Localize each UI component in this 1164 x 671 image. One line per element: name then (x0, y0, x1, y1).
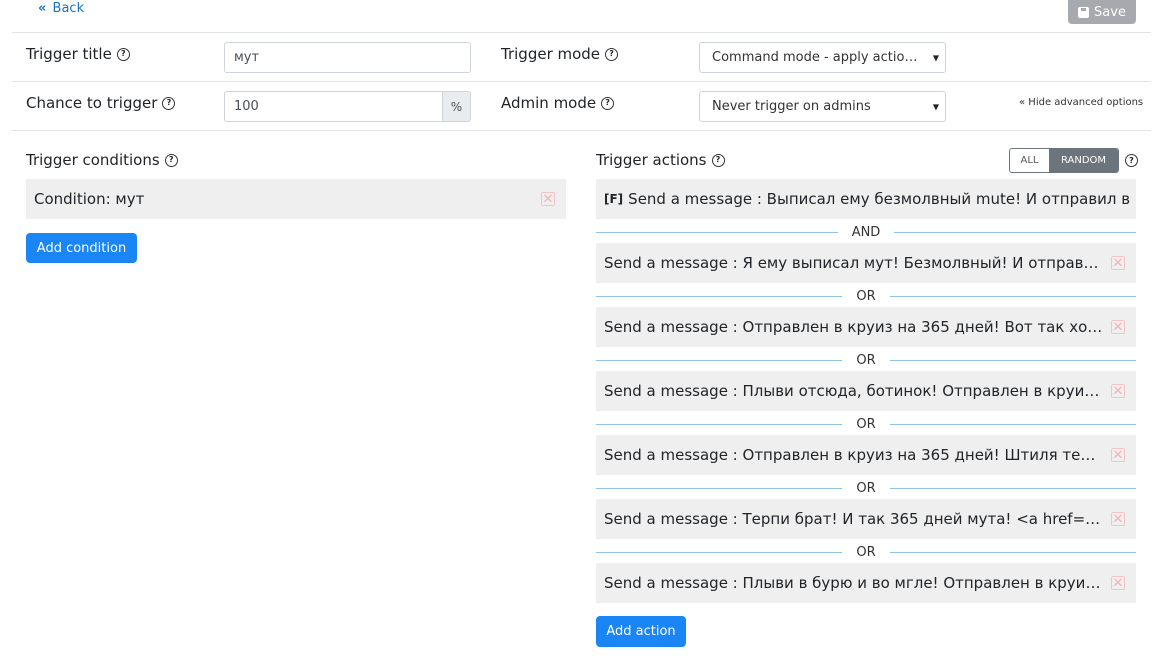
chance-input[interactable]: 100 (224, 91, 443, 122)
help-icon[interactable]: ? (601, 96, 615, 110)
help-icon[interactable]: ? (711, 153, 725, 167)
actions-heading: Trigger actions? (596, 150, 725, 170)
divider (12, 32, 1151, 33)
delete-icon[interactable]: ✕ (1111, 576, 1125, 591)
chance-label: Chance to trigger? (26, 93, 176, 113)
help-icon[interactable]: ? (162, 96, 176, 110)
or-separator: OR (596, 542, 1137, 562)
action-row[interactable]: Send a message : Я ему выписал мут! Безм… (596, 243, 1136, 283)
percent-addon: % (443, 91, 471, 122)
delete-icon[interactable]: ✕ (1111, 384, 1125, 399)
divider (12, 130, 1151, 131)
or-separator: OR (596, 478, 1137, 498)
conditions-heading: Trigger conditions? (26, 150, 178, 170)
or-separator: OR (596, 414, 1137, 434)
action-text: Send a message : Я ему выписал мут! Безм… (604, 254, 1104, 272)
or-separator: OR (596, 350, 1137, 370)
admin-mode-label: Admin mode? (501, 93, 615, 113)
double-chevron-left-icon: « (38, 1, 47, 16)
action-row[interactable]: Send a message : Плыви в бурю и во мгле!… (596, 563, 1136, 603)
action-row[interactable]: Send a message : Отправлен в круиз на 36… (596, 307, 1136, 347)
action-text: Send a message : Отправлен в круиз на 36… (604, 446, 1104, 464)
add-condition-button[interactable]: Add condition (26, 233, 137, 263)
floppy-disk-icon (1078, 6, 1090, 18)
help-icon[interactable]: ? (164, 153, 178, 167)
trigger-mode-select[interactable]: Command mode - apply actions w ▼ (699, 42, 946, 73)
trigger-title-input[interactable]: мут (224, 42, 471, 73)
add-action-button[interactable]: Add action (596, 616, 686, 647)
admin-mode-select[interactable]: Never trigger on admins ▼ (699, 91, 946, 122)
action-row[interactable]: Send a message : Терпи брат! И так 365 д… (596, 499, 1136, 539)
dropdown-arrow-icon: ▼ (932, 53, 939, 62)
save-label: Save (1094, 4, 1126, 20)
back-link[interactable]: « Back (38, 1, 84, 16)
dropdown-arrow-icon: ▼ (932, 102, 939, 111)
forced-prefix: [F] (604, 192, 624, 206)
or-separator: OR (596, 286, 1137, 306)
delete-icon[interactable]: ✕ (1111, 256, 1125, 271)
delete-icon[interactable]: ✕ (1111, 320, 1125, 335)
help-icon[interactable]: ? (605, 47, 619, 61)
action-row[interactable]: [F] Send a message : Выписал ему безмолвн… (596, 179, 1136, 219)
hide-advanced-link[interactable]: « Hide advanced options (1019, 97, 1143, 108)
action-text: Send a message : Терпи брат! И так 365 д… (604, 510, 1104, 528)
action-text: Send a message : Выписал ему безмолвный … (628, 190, 1136, 208)
back-label: Back (52, 1, 85, 16)
action-row[interactable]: Send a message : Отправлен в круиз на 36… (596, 435, 1136, 475)
action-text: Send a message : Плыви отсюда, ботинок! … (604, 382, 1104, 400)
delete-icon[interactable]: ✕ (541, 192, 555, 207)
delete-icon[interactable]: ✕ (1111, 512, 1125, 527)
trigger-title-label: Trigger title? (26, 44, 130, 64)
toggle-random[interactable]: RANDOM (1049, 149, 1118, 172)
all-random-toggle[interactable]: ALL RANDOM (1009, 148, 1119, 173)
toggle-all[interactable]: ALL (1010, 149, 1049, 172)
condition-row[interactable]: Condition: мут ✕ (26, 179, 566, 219)
save-button[interactable]: Save (1068, 0, 1136, 24)
help-icon[interactable]: ? (1125, 154, 1138, 167)
condition-text: Condition: мут (34, 190, 145, 208)
divider (12, 81, 1151, 82)
action-text: Send a message : Плыви в бурю и во мгле!… (604, 574, 1104, 592)
and-separator: AND (596, 222, 1137, 242)
action-row[interactable]: Send a message : Плыви отсюда, ботинок! … (596, 371, 1136, 411)
trigger-mode-label: Trigger mode? (501, 44, 619, 64)
action-text: Send a message : Отправлен в круиз на 36… (604, 318, 1104, 336)
help-icon[interactable]: ? (116, 47, 130, 61)
delete-icon[interactable]: ✕ (1111, 448, 1125, 463)
